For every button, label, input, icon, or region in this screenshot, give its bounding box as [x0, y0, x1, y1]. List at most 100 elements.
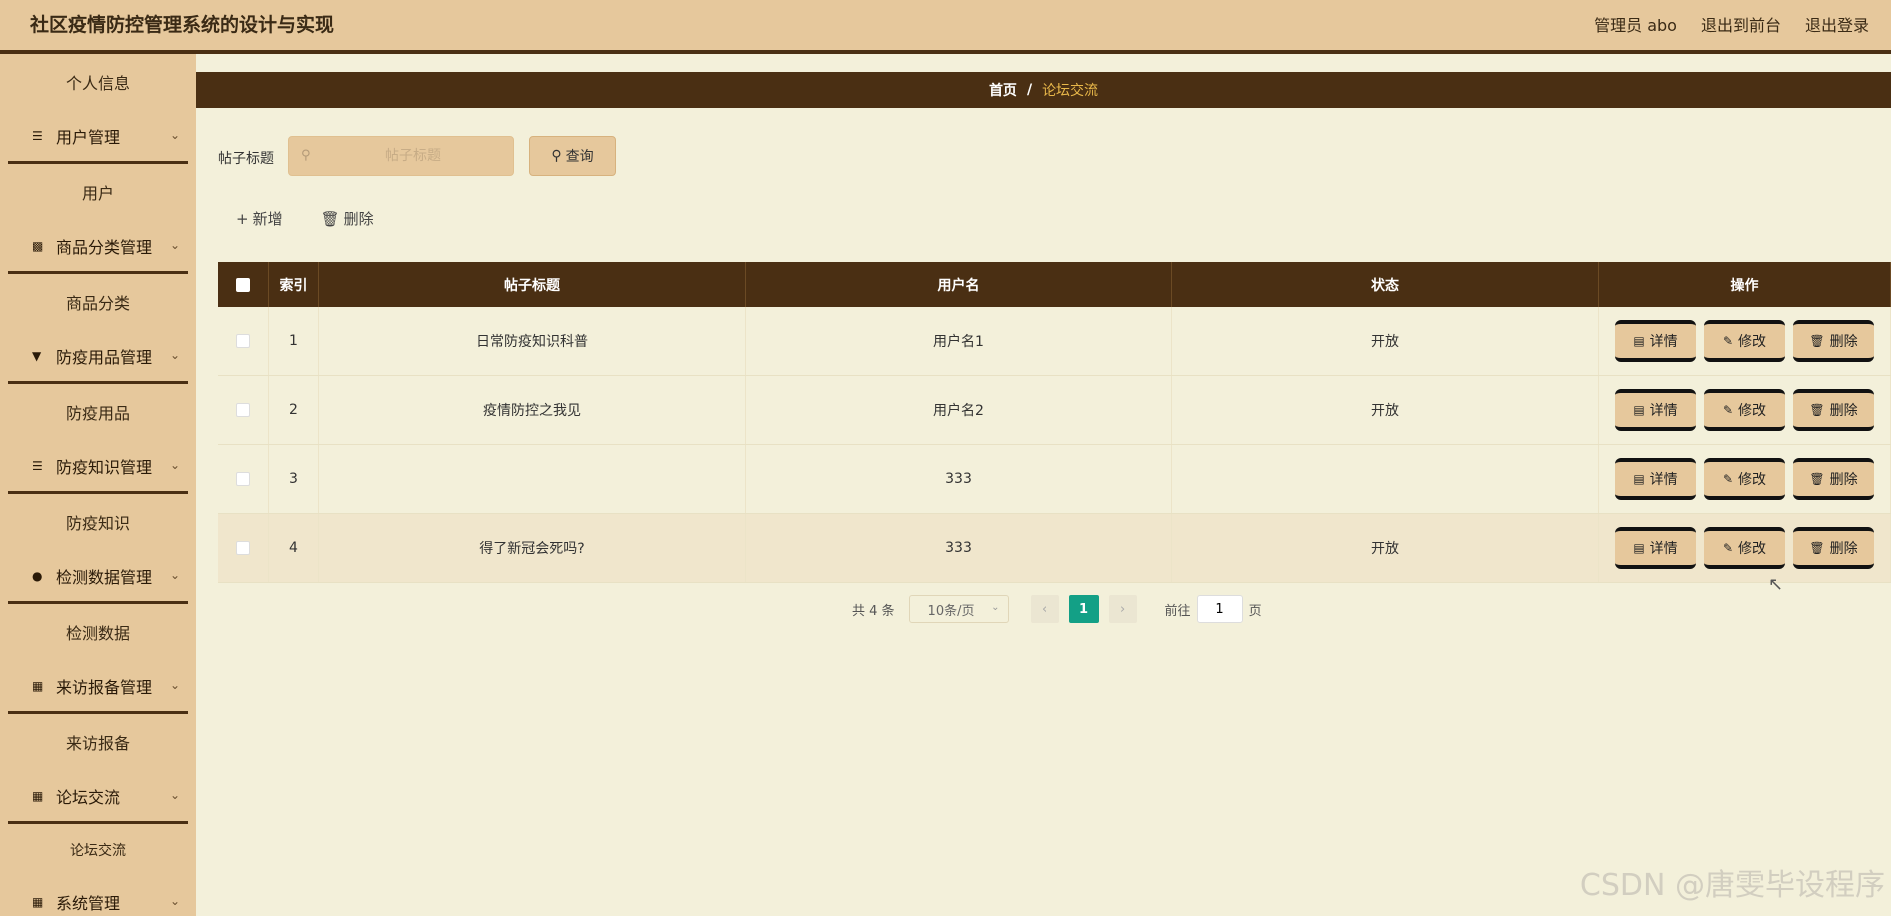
- add-button[interactable]: + 新增: [236, 208, 283, 229]
- sidebar-item[interactable]: 用户: [0, 164, 196, 220]
- sidebar-item[interactable]: 防疫用品: [0, 384, 196, 440]
- edit-button-label: 修改: [1738, 472, 1767, 488]
- goto-suffix: 页: [1248, 603, 1262, 619]
- back-to-front-link[interactable]: 退出到前台: [1701, 12, 1781, 36]
- cell-status: 开放: [1172, 376, 1599, 444]
- search-box[interactable]: ⚲: [288, 136, 514, 176]
- sidebar-group[interactable]: ▦ 来访报备管理 ⌄: [8, 660, 188, 714]
- table-row: 4 得了新冠会死吗? 333 开放 ▤ 详情 ✎ 修改 🗑 删除: [218, 514, 1891, 583]
- next-page-button[interactable]: ›: [1108, 595, 1137, 623]
- sidebar-group-label: 防疫用品管理: [56, 347, 153, 367]
- row-checkbox[interactable]: [236, 334, 250, 348]
- query-button[interactable]: ⚲ 查询: [529, 136, 616, 176]
- column-header-actions: 操作: [1599, 262, 1891, 307]
- column-header-status: 状态: [1172, 262, 1599, 307]
- pagination-total: 共 4 条: [852, 603, 895, 619]
- row-select-cell: [218, 514, 269, 582]
- delete-button[interactable]: 🗑 删除: [1793, 320, 1874, 362]
- app-header: 社区疫情防控管理系统的设计与实现 管理员 abo 退出到前台 退出登录: [0, 0, 1891, 54]
- sidebar-group[interactable]: ▦ 论坛交流 ⌄: [8, 770, 188, 824]
- page-size-select[interactable]: 10条/页 ⌄: [908, 595, 1009, 623]
- row-checkbox[interactable]: [236, 541, 250, 555]
- chevron-right-icon: ›: [1119, 601, 1126, 617]
- row-checkbox[interactable]: [236, 403, 250, 417]
- sidebar-item[interactable]: 论坛交流: [0, 824, 196, 876]
- edit-button[interactable]: ✎ 修改: [1704, 389, 1785, 431]
- sidebar-group[interactable]: ● 检测数据管理 ⌄: [8, 550, 188, 604]
- list-icon: ☰: [32, 128, 43, 143]
- list-icon: ☰: [32, 458, 43, 473]
- edit-button-label: 修改: [1738, 334, 1767, 350]
- cell-actions: ▤ 详情 ✎ 修改 🗑 删除: [1599, 307, 1891, 375]
- add-button-label: 新增: [252, 210, 283, 228]
- sidebar-group-label: 商品分类管理: [56, 237, 153, 257]
- sidebar-item[interactable]: 检测数据: [0, 604, 196, 660]
- detail-button-label: 详情: [1649, 334, 1678, 350]
- cell-title: 得了新冠会死吗?: [319, 514, 746, 582]
- cell-title: [319, 445, 746, 513]
- select-all-checkbox[interactable]: [236, 277, 250, 292]
- column-header-title: 帖子标题: [319, 262, 746, 307]
- detail-button[interactable]: ▤ 详情: [1615, 527, 1696, 569]
- table-row: 3 333 ▤ 详情 ✎ 修改 🗑 删除: [218, 445, 1891, 514]
- sidebar-group[interactable]: ☰ 防疫知识管理 ⌄: [8, 440, 188, 494]
- search-input[interactable]: [323, 137, 503, 175]
- search-icon: ⚲: [301, 148, 311, 163]
- pencil-icon: ✎: [1722, 403, 1734, 417]
- grid-icon: ▦: [32, 894, 44, 909]
- batch-delete-button[interactable]: 🗑 删除: [321, 208, 374, 229]
- cell-status: 开放: [1172, 307, 1599, 375]
- sidebar-group-label: 防疫知识管理: [56, 457, 153, 477]
- watermark: CSDN @唐雯毕设程序: [1579, 868, 1885, 903]
- cell-actions: ▤ 详情 ✎ 修改 🗑 删除: [1599, 445, 1891, 513]
- edit-button[interactable]: ✎ 修改: [1704, 527, 1785, 569]
- edit-button[interactable]: ✎ 修改: [1704, 458, 1785, 500]
- cell-index: 4: [269, 514, 319, 582]
- pencil-icon: ✎: [1722, 541, 1734, 555]
- sidebar-item[interactable]: 防疫知识: [0, 494, 196, 550]
- sidebar-group-label: 来访报备管理: [56, 677, 153, 697]
- cell-status: 开放: [1172, 514, 1599, 582]
- breadcrumb-home[interactable]: 首页: [989, 80, 1017, 100]
- sidebar-group[interactable]: ▦ 系统管理 ⌄: [8, 876, 188, 916]
- edit-button[interactable]: ✎ 修改: [1704, 320, 1785, 362]
- delete-button[interactable]: 🗑 删除: [1793, 389, 1874, 431]
- detail-button-label: 详情: [1649, 403, 1678, 419]
- page-number-current[interactable]: 1: [1068, 595, 1099, 623]
- posts-table: 索引 帖子标题 用户名 状态 操作 1 日常防疫知识科普 用户名1 开放 ▤ 详情 ✎ 修改 🗑…: [218, 262, 1891, 583]
- sidebar-item[interactable]: 个人信息: [0, 54, 196, 110]
- pencil-icon: ✎: [1722, 472, 1734, 486]
- chevron-left-icon: ‹: [1041, 601, 1048, 617]
- sidebar-group[interactable]: ▼ 防疫用品管理 ⌄: [8, 330, 188, 384]
- table-row: 1 日常防疫知识科普 用户名1 开放 ▤ 详情 ✎ 修改 🗑 删除: [218, 307, 1891, 376]
- cell-username: 用户名1: [746, 307, 1172, 375]
- breadcrumb-separator: /: [1026, 82, 1033, 98]
- detail-button[interactable]: ▤ 详情: [1615, 320, 1696, 362]
- sidebar-group-label: 系统管理: [56, 893, 121, 913]
- delete-button[interactable]: 🗑 删除: [1793, 458, 1874, 500]
- logout-link[interactable]: 退出登录: [1805, 12, 1869, 36]
- grid-icon: ▦: [32, 788, 44, 803]
- detail-button-label: 详情: [1649, 541, 1678, 557]
- search-icon: ⚲: [551, 148, 562, 164]
- trash-icon: 🗑: [1809, 541, 1825, 555]
- sidebar-item[interactable]: 来访报备: [0, 714, 196, 770]
- delete-button[interactable]: 🗑 删除: [1793, 527, 1874, 569]
- select-all-cell: [218, 262, 269, 307]
- detail-button[interactable]: ▤ 详情: [1615, 458, 1696, 500]
- row-checkbox[interactable]: [236, 472, 250, 486]
- page-size-value: 10条/页: [927, 603, 975, 619]
- sidebar-item[interactable]: 商品分类: [0, 274, 196, 330]
- document-icon: ▤: [1633, 334, 1645, 348]
- sidebar-group[interactable]: ☰ 用户管理 ⌄: [8, 110, 188, 164]
- prev-page-button[interactable]: ‹: [1030, 595, 1059, 623]
- sidebar-group[interactable]: ▩ 商品分类管理 ⌄: [8, 220, 188, 274]
- table-header: 索引 帖子标题 用户名 状态 操作: [218, 262, 1891, 307]
- plus-icon: +: [236, 209, 249, 228]
- goto-page-input[interactable]: [1196, 595, 1243, 623]
- detail-button[interactable]: ▤ 详情: [1615, 389, 1696, 431]
- delete-button-label: 删除: [1829, 334, 1858, 350]
- column-header-username: 用户名: [746, 262, 1172, 307]
- chevron-down-icon: ⌄: [169, 128, 180, 142]
- chevron-down-icon: ⌄: [169, 894, 180, 908]
